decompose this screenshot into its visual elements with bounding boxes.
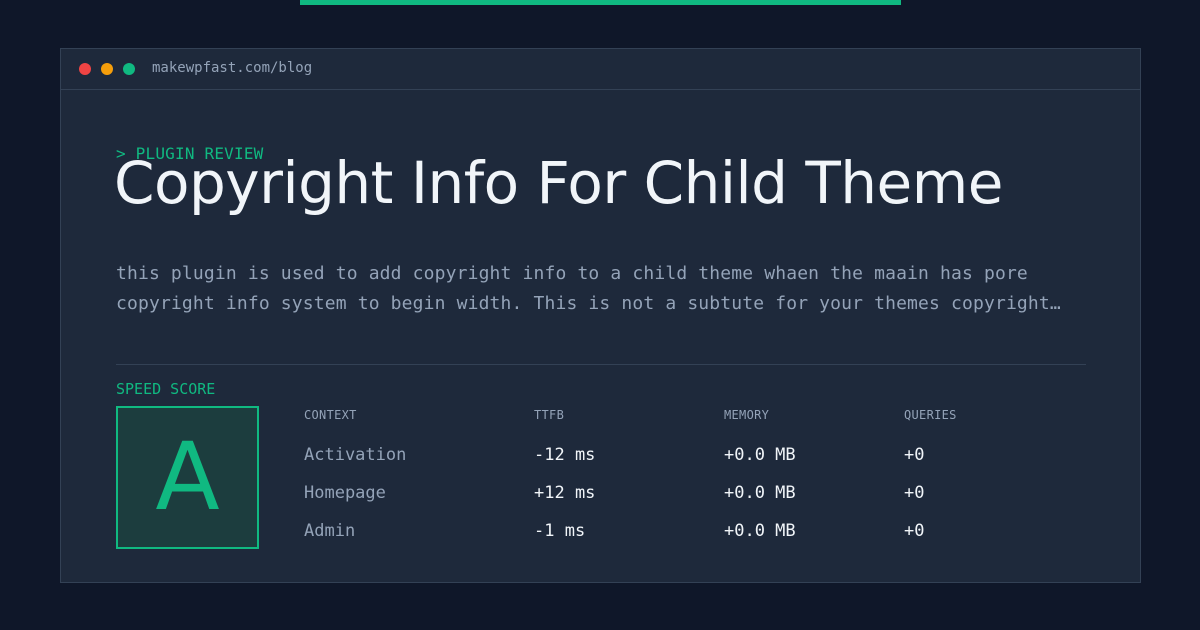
browser-window: makewpfast.com/blog > PLUGIN REVIEW Copy… [60, 48, 1141, 583]
top-accent-bar [300, 0, 901, 5]
row-queries: +0 [904, 483, 925, 503]
speed-score-badge: A [116, 406, 259, 549]
close-window-dot-icon[interactable] [79, 63, 91, 75]
speed-score-grade: A [155, 422, 220, 532]
row-ttfb: -12 ms [534, 445, 596, 465]
column-header-memory: MEMORY [724, 408, 770, 422]
minimize-window-dot-icon[interactable] [101, 63, 113, 75]
speed-score-label: SPEED SCORE [116, 380, 216, 398]
table-row: Homepage +12 ms +0.0 MB +0 [304, 480, 1084, 506]
column-header-context: CONTEXT [304, 408, 357, 422]
row-context: Homepage [304, 483, 386, 503]
row-ttfb: +12 ms [534, 483, 596, 503]
row-queries: +0 [904, 521, 925, 541]
row-memory: +0.0 MB [724, 445, 796, 465]
row-context: Activation [304, 445, 407, 465]
table-row: Admin -1 ms +0.0 MB +0 [304, 518, 1084, 544]
page-title: Copyright Info For Child Theme [114, 149, 1003, 217]
maximize-window-dot-icon[interactable] [123, 63, 135, 75]
row-ttfb: -1 ms [534, 521, 586, 541]
row-context: Admin [304, 521, 356, 541]
section-divider [116, 364, 1086, 365]
row-queries: +0 [904, 445, 925, 465]
table-row: Activation -12 ms +0.0 MB +0 [304, 442, 1084, 468]
column-header-queries: QUERIES [904, 408, 957, 422]
row-memory: +0.0 MB [724, 521, 796, 541]
window-titlebar: makewpfast.com/blog [61, 49, 1140, 90]
address-url[interactable]: makewpfast.com/blog [152, 59, 312, 77]
table-header-row: CONTEXT TTFB MEMORY QUERIES [304, 405, 1084, 425]
row-memory: +0.0 MB [724, 483, 796, 503]
column-header-ttfb: TTFB [534, 408, 565, 422]
plugin-description: this plugin is used to add copyright inf… [116, 263, 1061, 314]
